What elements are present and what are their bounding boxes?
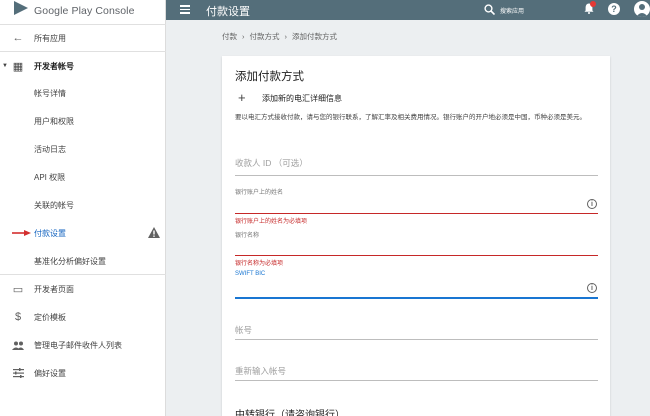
sidebar-item-label: 帐号详情 [34,88,66,98]
intermediary-bank-title: 中转银行（请咨询银行） [235,410,345,416]
sidebar-item-users-permissions[interactable]: 用户和权限 [0,110,166,132]
sidebar-item-developer-page[interactable]: ▭ 开发者页面 [0,278,166,300]
bank-name-error: 银行名称为必填项 [235,261,284,267]
search-icon[interactable] [484,4,495,15]
brand-name: Google Play Console [34,5,135,17]
sidebar-divider [0,51,166,52]
sidebar-item-label: 用户和权限 [34,116,74,126]
account-name-error: 银行账户上的姓名为必填项 [235,219,308,225]
info-icon[interactable]: i [587,199,597,209]
sidebar-item-developer-account[interactable]: ▼ ▦ 开发者帐号 [0,55,166,77]
sidebar: Google Play Console ← 所有应用 ▼ ▦ 开发者帐号 帐号详… [0,0,166,416]
add-wire-details-label: 添加新的电汇详细信息 [262,94,342,103]
sliders-icon [12,367,24,379]
payee-id-underline [235,175,598,176]
sidebar-divider [0,24,166,25]
add-wire-details-option[interactable]: + 添加新的电汇详细信息 [238,90,342,105]
play-console-logo-icon [14,1,28,15]
sidebar-item-label: 管理电子邮件收件人列表 [34,340,122,350]
dollar-icon: $ [14,311,22,323]
notification-badge [590,1,596,7]
arrow-left-icon: ← [12,32,24,44]
reenter-account-input[interactable]: 重新输入帐号 [235,365,286,377]
account-number-underline [235,339,598,340]
sidebar-item-linked-accounts[interactable]: 关联的帐号 [0,194,166,216]
sidebar-item-account-details[interactable]: 帐号详情 [0,82,166,104]
sidebar-item-activity-log[interactable]: 活动日志 [0,138,166,160]
bank-name-label: 银行名称 [235,233,260,239]
sidebar-item-label: API 权限 [34,172,66,182]
building-icon: ▦ [12,60,24,73]
breadcrumb-item-payments[interactable]: 付款 [222,31,237,42]
sidebar-item-pricing-templates[interactable]: $ 定价模板 [0,306,166,328]
hamburger-menu-icon[interactable] [180,5,190,14]
breadcrumb: 付款 › 付款方式 › 添加付款方式 [222,31,337,42]
plus-icon: + [238,90,246,105]
top-app-bar: 付款设置 搜索应用 ? [166,0,650,20]
bank-name-input[interactable] [235,255,598,256]
sidebar-item-label: 开发者页面 [34,284,74,294]
avatar[interactable] [634,1,650,17]
red-arrow-icon [12,230,31,236]
sidebar-item-all-apps[interactable]: ← 所有应用 [0,27,166,49]
card-title: 添加付款方式 [235,71,304,83]
swift-bic-label: SWIFT BIC [235,271,266,277]
help-icon[interactable]: ? [608,3,620,15]
sidebar-item-label: 所有应用 [34,33,66,43]
page-title: 付款设置 [206,6,250,18]
account-name-input[interactable] [235,213,598,214]
sidebar-item-label: 付款设置 [34,228,66,238]
swift-bic-input[interactable] [235,297,598,299]
sidebar-item-preferences[interactable]: 偏好设置 [0,362,166,384]
sidebar-item-benchmark-preferences[interactable]: 基准化分析偏好设置 [0,250,166,272]
breadcrumb-item-add-payment-method: 添加付款方式 [292,32,337,41]
people-icon [12,339,24,351]
wire-transfer-description: 要以电汇方式接收付款，请与您的银行联系，了解汇率及相关费用情况。银行账户的开户地… [235,114,586,121]
sidebar-item-label: 偏好设置 [34,368,66,378]
reenter-account-underline [235,380,598,381]
payee-id-input[interactable]: 收款人 ID （可选） [235,157,308,169]
browser-icon: ▭ [12,283,24,296]
search-input[interactable]: 搜索应用 [500,6,524,15]
caret-down-icon: ▼ [2,63,8,69]
account-number-input[interactable]: 帐号 [235,324,252,336]
warning-icon [148,227,160,238]
chevron-right-icon: › [242,32,245,41]
sidebar-item-label: 基准化分析偏好设置 [34,256,106,266]
chevron-right-icon: › [284,32,288,41]
sidebar-item-label: 定价模板 [34,312,66,322]
sidebar-divider [0,274,166,275]
sidebar-item-payment-settings[interactable]: 付款设置 [0,222,166,244]
account-name-label: 银行账户上的姓名 [235,190,284,196]
sidebar-item-api-access[interactable]: API 权限 [0,166,166,188]
payment-method-card: 添加付款方式 + 添加新的电汇详细信息 要以电汇方式接收付款，请与您的银行联系，… [222,56,610,416]
breadcrumb-item-payment-methods[interactable]: 付款方式 [250,31,280,42]
sidebar-item-label: 关联的帐号 [34,200,74,210]
sidebar-item-email-lists[interactable]: 管理电子邮件收件人列表 [0,334,166,356]
sidebar-item-label: 活动日志 [34,144,66,154]
brand[interactable]: Google Play Console [0,0,165,22]
sidebar-item-label: 开发者帐号 [34,61,74,71]
info-icon[interactable]: i [587,283,597,293]
